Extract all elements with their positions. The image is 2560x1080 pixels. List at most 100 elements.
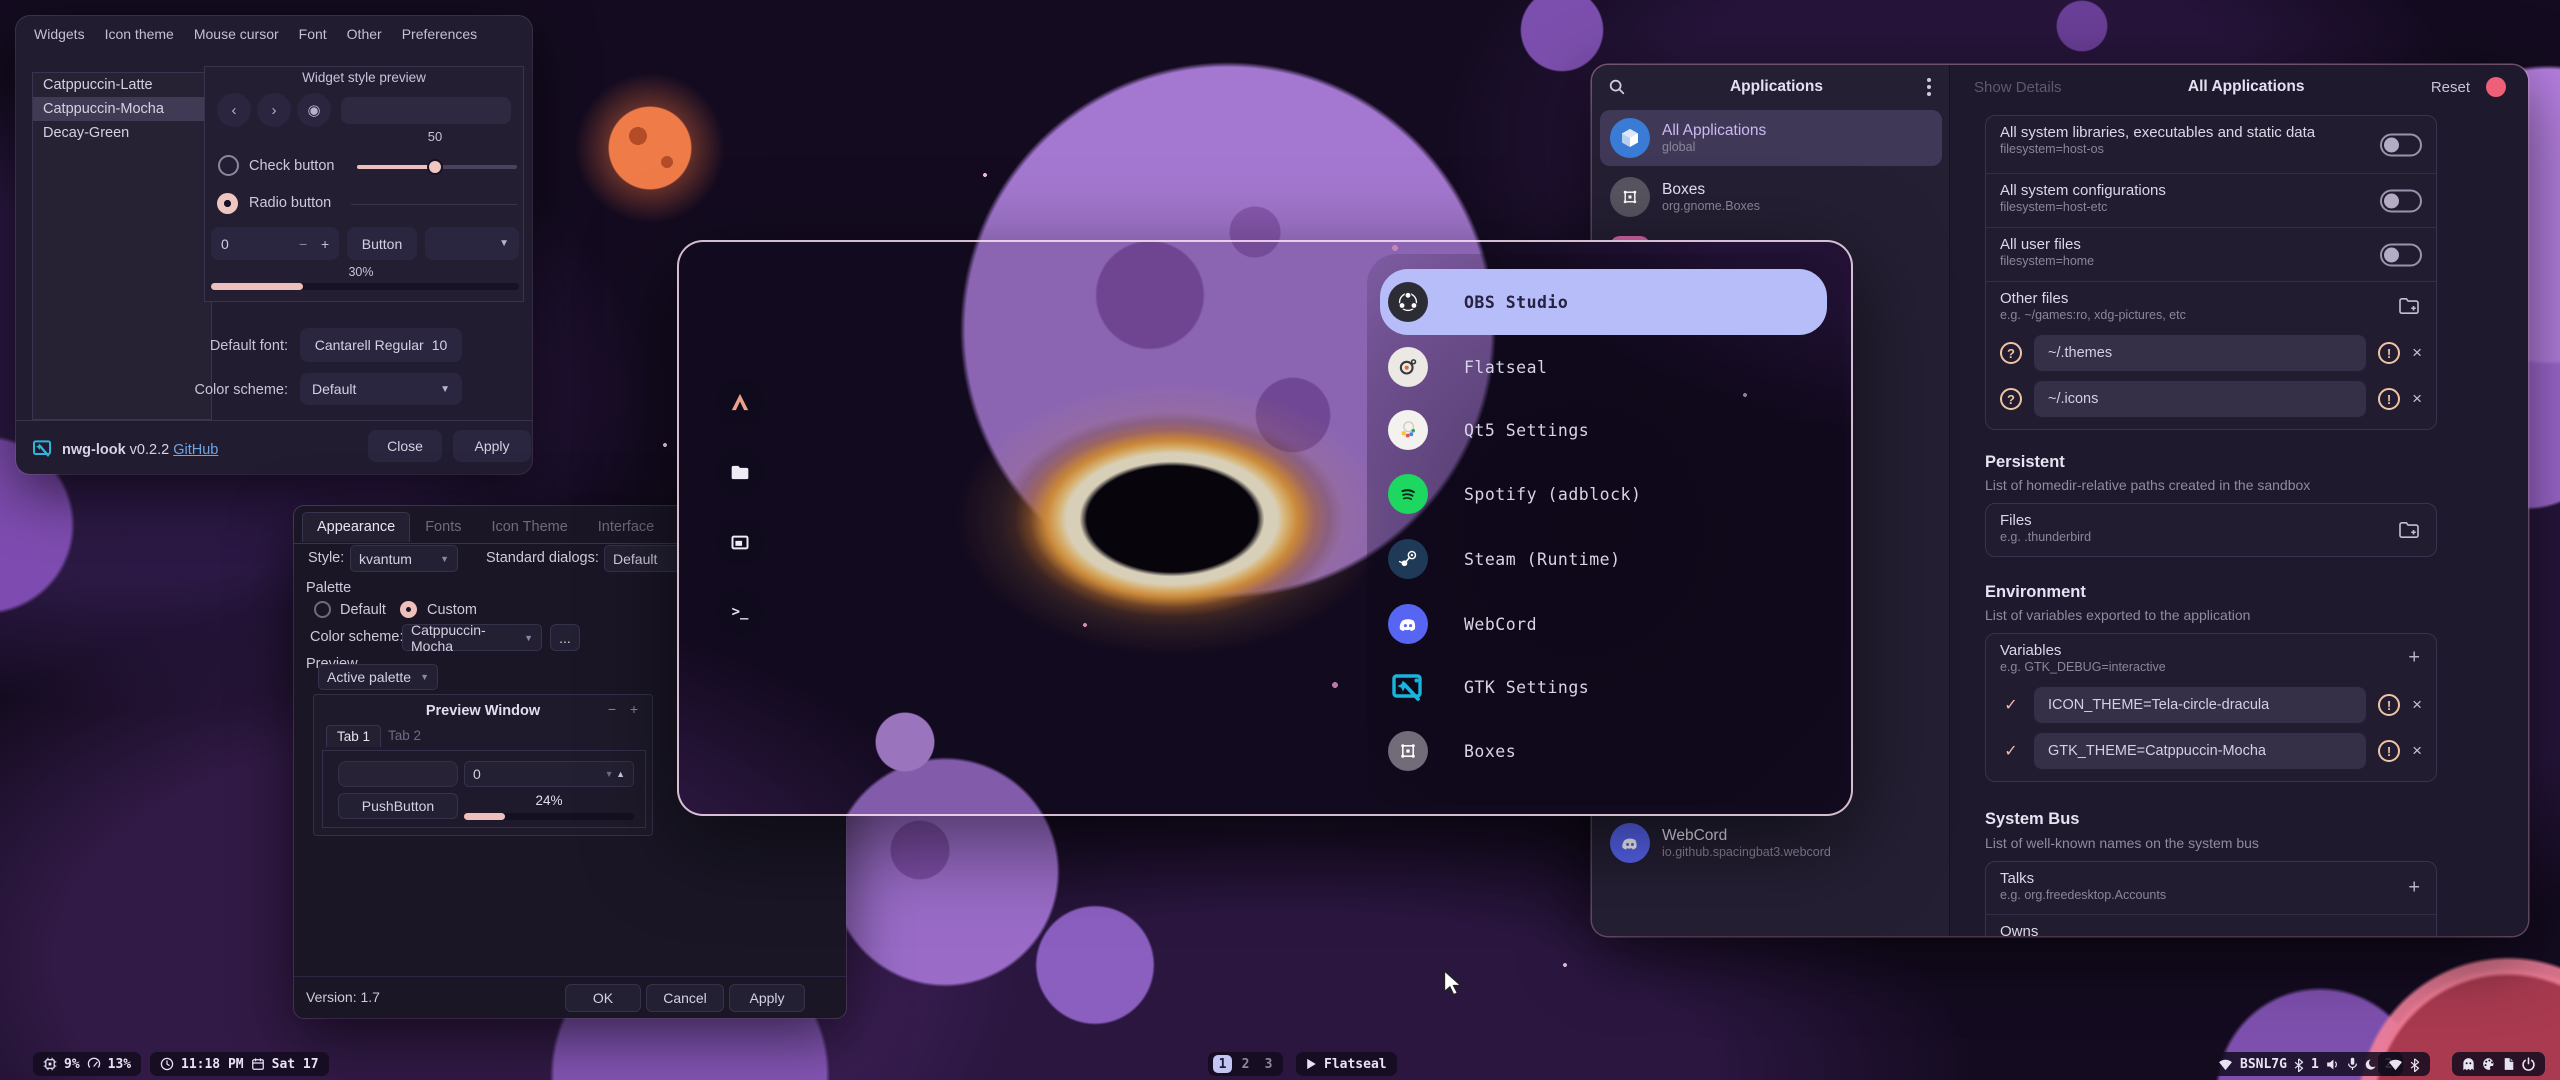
- preview-spinbox[interactable]: 0 ▼ ▲: [464, 761, 634, 787]
- launcher-item-boxes[interactable]: Boxes: [1380, 723, 1827, 779]
- slider-knob[interactable]: [427, 159, 443, 175]
- color-scheme-dropdown[interactable]: Default ▼: [300, 373, 462, 405]
- path-row-icons: ? ! ×: [1986, 376, 2436, 429]
- qt-apply-button[interactable]: Apply: [729, 984, 805, 1012]
- back-button[interactable]: ‹: [217, 93, 251, 127]
- home-toggle[interactable]: [2380, 243, 2422, 266]
- reset-button[interactable]: Reset: [2431, 79, 2470, 96]
- apply-button[interactable]: Apply: [453, 430, 531, 462]
- power-icon[interactable]: [2522, 1057, 2535, 1071]
- help-icon[interactable]: ?: [2000, 388, 2022, 410]
- menu-font[interactable]: Font: [299, 26, 327, 42]
- sidebar-item-boxes[interactable]: Boxesorg.gnome.Boxes: [1600, 169, 1942, 225]
- launcher-item-gtk-settings[interactable]: GTK Settings: [1380, 659, 1827, 715]
- sample-entry[interactable]: [341, 97, 511, 124]
- launcher-files-mode-button[interactable]: [717, 449, 763, 495]
- active-window-widget[interactable]: Flatseal: [1296, 1052, 1397, 1076]
- ghost-icon[interactable]: [2462, 1057, 2475, 1071]
- launcher-item-steam[interactable]: Steam (Runtime): [1380, 531, 1827, 587]
- github-link[interactable]: GitHub: [173, 442, 218, 458]
- preview-line-edit[interactable]: [338, 761, 458, 787]
- theme-item-decay[interactable]: Decay-Green: [33, 121, 211, 145]
- add-talk-icon[interactable]: +: [2408, 877, 2420, 900]
- file-icon[interactable]: [2503, 1057, 2515, 1071]
- warning-icon[interactable]: !: [2378, 740, 2400, 762]
- warning-icon[interactable]: !: [2378, 694, 2400, 716]
- palette-default-radio[interactable]: [314, 601, 331, 618]
- record-button[interactable]: ◉: [297, 93, 331, 127]
- remove-variable-icon[interactable]: ×: [2412, 741, 2422, 761]
- preview-tab-1[interactable]: Tab 1: [326, 725, 381, 747]
- launcher-apps-mode-button[interactable]: [717, 379, 763, 425]
- search-icon[interactable]: [1608, 78, 1626, 96]
- tab-appearance[interactable]: Appearance: [302, 512, 410, 542]
- launcher-item-obs[interactable]: OBS Studio: [1380, 269, 1827, 335]
- menu-other[interactable]: Other: [347, 26, 382, 42]
- remove-variable-icon[interactable]: ×: [2412, 695, 2422, 715]
- sidebar-item-webcord[interactable]: WebCordio.github.spacingbat3.webcord: [1600, 815, 1942, 871]
- show-details-button[interactable]: Show Details: [1974, 79, 2062, 96]
- host-etc-toggle[interactable]: [2380, 189, 2422, 212]
- launcher-item-spotify[interactable]: Spotify (adblock): [1380, 466, 1827, 522]
- active-palette-dropdown[interactable]: Active palette ▼: [318, 664, 438, 690]
- launcher-item-qt5-settings[interactable]: Qt5 Settings: [1380, 402, 1827, 458]
- workspace-1[interactable]: 1: [1213, 1055, 1232, 1073]
- close-window-button[interactable]: [2486, 77, 2506, 97]
- add-variable-icon[interactable]: +: [2408, 647, 2420, 670]
- default-font-button[interactable]: Cantarell Regular 10: [300, 328, 462, 362]
- tab-fonts[interactable]: Fonts: [410, 512, 476, 542]
- menu-icon-theme[interactable]: Icon theme: [105, 26, 174, 42]
- ok-button[interactable]: OK: [565, 984, 641, 1012]
- preview-tab-2[interactable]: Tab 2: [378, 725, 431, 746]
- close-button[interactable]: Close: [368, 430, 442, 462]
- qt-color-scheme-dropdown[interactable]: Catppuccin-Mocha ▼: [402, 624, 542, 651]
- add-folder-icon[interactable]: [2398, 521, 2420, 539]
- tab-interface[interactable]: Interface: [583, 512, 669, 542]
- push-button[interactable]: PushButton: [338, 793, 458, 819]
- palette-icon[interactable]: [2482, 1057, 2496, 1071]
- cancel-button[interactable]: Cancel: [646, 984, 724, 1012]
- tab-icon-theme[interactable]: Icon Theme: [476, 512, 582, 542]
- spin-minus[interactable]: −: [299, 236, 307, 252]
- spin-button[interactable]: 0 − +: [211, 227, 339, 260]
- forward-button[interactable]: ›: [257, 93, 291, 127]
- sample-button[interactable]: Button: [347, 227, 417, 260]
- sidebar-item-all-applications[interactable]: All Applicationsglobal: [1600, 110, 1942, 166]
- menu-preferences[interactable]: Preferences: [402, 26, 477, 42]
- color-scheme-more-button[interactable]: ...: [550, 624, 580, 651]
- network-status-widget[interactable]: BSNL7G 1 2: [2208, 1052, 2403, 1076]
- launcher-item-webcord[interactable]: WebCord: [1380, 596, 1827, 652]
- clock-widget[interactable]: 11:18 PM Sat 17: [150, 1052, 329, 1076]
- variable-input-icon-theme[interactable]: [2034, 687, 2366, 723]
- menu-mouse-cursor[interactable]: Mouse cursor: [194, 26, 279, 42]
- workspace-3[interactable]: 3: [1259, 1055, 1278, 1073]
- time-label: 11:18 PM: [181, 1057, 244, 1072]
- maximize-icon[interactable]: +: [630, 701, 638, 717]
- system-stats-widget[interactable]: 9% 13%: [33, 1052, 141, 1076]
- connectivity-widget[interactable]: [2378, 1052, 2430, 1076]
- variable-input-gtk-theme[interactable]: [2034, 733, 2366, 769]
- theme-item-mocha[interactable]: Catppuccin-Mocha: [33, 97, 211, 121]
- path-input-icons[interactable]: [2034, 381, 2366, 417]
- kebab-menu-icon[interactable]: [1927, 78, 1931, 96]
- warning-icon[interactable]: !: [2378, 388, 2400, 410]
- style-dropdown[interactable]: kvantum ▼: [350, 545, 458, 572]
- launcher-windows-mode-button[interactable]: [717, 519, 763, 565]
- spin-plus[interactable]: +: [321, 236, 329, 252]
- add-folder-icon[interactable]: [2398, 297, 2420, 315]
- remove-path-icon[interactable]: ×: [2412, 389, 2422, 409]
- remove-path-icon[interactable]: ×: [2412, 343, 2422, 363]
- check-button-box[interactable]: [218, 155, 239, 176]
- host-os-toggle[interactable]: [2380, 133, 2422, 156]
- launcher-terminal-mode-button[interactable]: >_: [717, 589, 763, 635]
- radio-button-label: Radio button: [249, 195, 331, 211]
- menu-widgets[interactable]: Widgets: [34, 26, 85, 42]
- theme-item-latte[interactable]: Catppuccin-Latte: [33, 73, 211, 97]
- help-icon[interactable]: ?: [2000, 342, 2022, 364]
- path-input-themes[interactable]: [2034, 335, 2366, 371]
- launcher-item-flatseal[interactable]: Flatseal: [1380, 339, 1827, 395]
- workspace-2[interactable]: 2: [1236, 1055, 1255, 1073]
- warning-icon[interactable]: !: [2378, 342, 2400, 364]
- minimize-icon[interactable]: −: [608, 701, 616, 717]
- sample-combobox[interactable]: ▼: [425, 227, 519, 260]
